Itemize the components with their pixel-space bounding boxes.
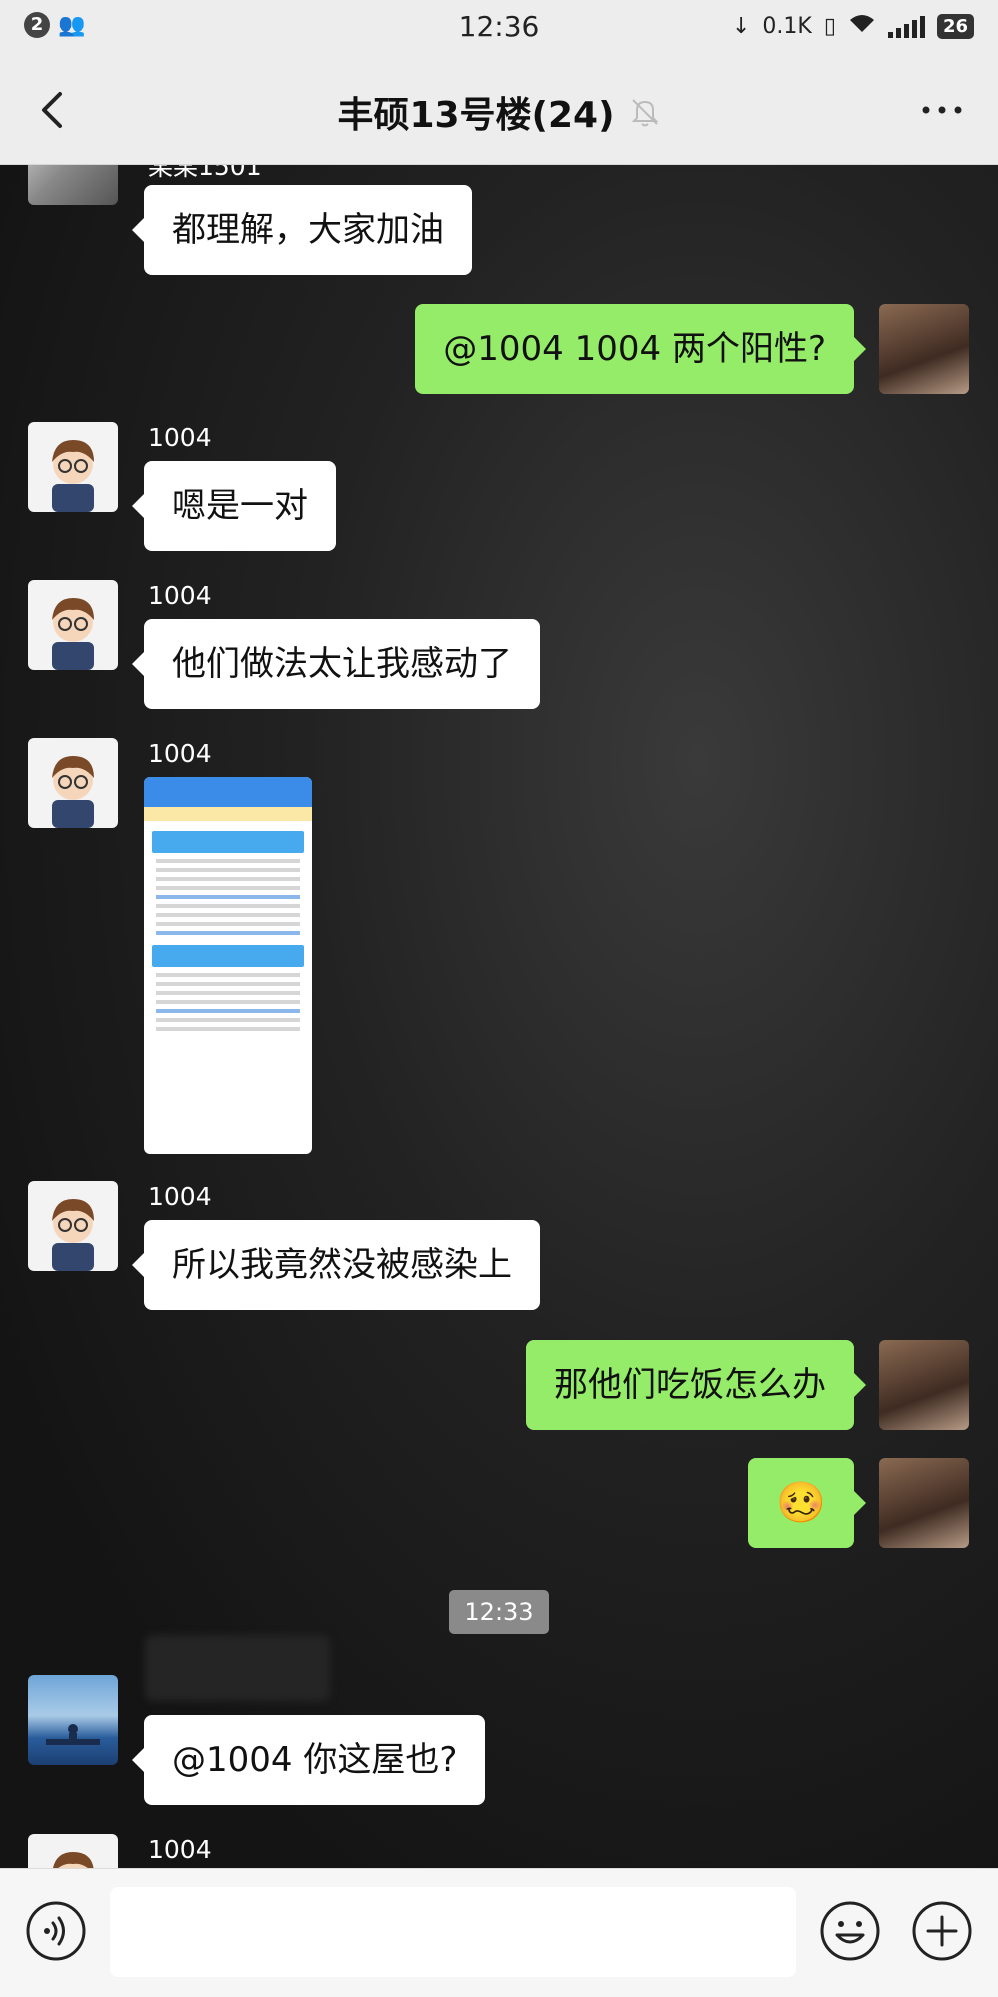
avatar[interactable] xyxy=(28,1834,118,1868)
smiley-icon xyxy=(820,1901,880,1961)
chat-header: 丰硕13号楼(24) xyxy=(0,56,998,165)
thumb-row xyxy=(156,1009,300,1013)
plus-icon xyxy=(912,1901,972,1961)
battery-level: 26 xyxy=(936,13,974,39)
message-bubble[interactable]: 嗯是一对 xyxy=(132,461,336,551)
message-bubble-self[interactable]: 那他们吃饭怎么办 xyxy=(526,1340,866,1430)
chat-area[interactable]: 某某1501 都理解，大家加油 @1004 1004 两个阳性? 1004 嗯是… xyxy=(0,165,998,1868)
more-options-button[interactable] xyxy=(916,84,968,136)
net-speed: 0.1K xyxy=(762,13,812,39)
message-bubble-self[interactable]: @1004 1004 两个阳性? xyxy=(415,304,866,394)
image-message-thumbnail[interactable] xyxy=(144,777,312,1154)
message-timestamp: 12:33 xyxy=(449,1590,549,1634)
chat-title: 丰硕13号楼(24) xyxy=(337,95,615,136)
thumb-row xyxy=(156,859,300,863)
message-bubble-self-emoji[interactable]: 🥴 xyxy=(748,1458,866,1548)
self-avatar[interactable] xyxy=(879,304,969,394)
muted-bell-icon xyxy=(631,99,658,127)
thumb-row xyxy=(156,991,300,995)
thumb-row xyxy=(156,931,300,935)
thumb-section-band xyxy=(152,831,304,853)
chat-title-container: 丰硕13号楼(24) xyxy=(0,86,998,138)
message-bubble[interactable]: 所以我竟然没被感染上 xyxy=(132,1220,540,1310)
thumb-header xyxy=(144,777,312,807)
wifi-icon xyxy=(848,12,876,40)
sender-name: 1004 xyxy=(148,739,212,768)
self-avatar[interactable] xyxy=(879,1458,969,1548)
thumb-row xyxy=(156,922,300,926)
avatar[interactable] xyxy=(28,422,118,512)
more-dots-icon xyxy=(922,106,962,114)
input-bar xyxy=(0,1868,998,1997)
sender-name: 1004 xyxy=(148,423,212,452)
self-avatar[interactable] xyxy=(879,1340,969,1430)
thumb-row xyxy=(156,1018,300,1022)
thumb-row xyxy=(156,877,300,881)
thumb-row xyxy=(156,886,300,890)
thumb-row xyxy=(156,913,300,917)
thumb-row xyxy=(156,904,300,908)
thumb-section-band xyxy=(152,945,304,967)
blurred-sender-name xyxy=(145,1635,330,1701)
sender-name: 1004 xyxy=(148,1182,212,1211)
avatar[interactable] xyxy=(28,1181,118,1271)
sender-name: 1004 xyxy=(148,581,212,610)
cartoon-avatar-icon xyxy=(52,1199,94,1271)
more-functions-button[interactable] xyxy=(910,1899,974,1963)
avatar[interactable] xyxy=(28,165,118,205)
sea-avatar-icon xyxy=(46,1724,100,1745)
message-bubble[interactable]: @1004 你这屋也? xyxy=(131,1715,486,1805)
message-bubble[interactable]: 他们做法太让我感动了 xyxy=(132,619,540,709)
avatar[interactable] xyxy=(28,1675,118,1765)
voice-input-button[interactable] xyxy=(24,1899,88,1963)
sender-name: 1004 xyxy=(148,1835,212,1864)
thumb-row xyxy=(156,973,300,977)
thumb-warning-strip xyxy=(144,807,312,821)
avatar[interactable] xyxy=(28,580,118,670)
voice-icon xyxy=(26,1901,86,1961)
cartoon-avatar-icon xyxy=(52,598,94,670)
thumb-row xyxy=(156,1000,300,1004)
thumb-row xyxy=(156,1027,300,1031)
vibrate-icon: ▯ xyxy=(823,13,836,39)
cartoon-avatar-icon xyxy=(52,756,94,828)
status-right: ↓ 0.1K ▯ 26 xyxy=(732,12,974,40)
status-bar: 2 👥 12:36 ↓ 0.1K ▯ 26 xyxy=(0,0,998,56)
thumb-row xyxy=(156,868,300,872)
thumb-row xyxy=(156,982,300,986)
cartoon-avatar-icon xyxy=(52,440,94,512)
cartoon-avatar-icon xyxy=(53,1852,94,1868)
message-bubble[interactable]: 都理解，大家加油 xyxy=(132,185,472,275)
message-input[interactable] xyxy=(110,1887,796,1977)
sender-name: 某某1501 xyxy=(148,165,262,181)
emoji-button[interactable] xyxy=(818,1899,882,1963)
thumb-row xyxy=(156,895,300,899)
signal-icon xyxy=(887,14,925,38)
avatar[interactable] xyxy=(28,738,118,828)
net-speed-icon: ↓ xyxy=(731,13,751,39)
